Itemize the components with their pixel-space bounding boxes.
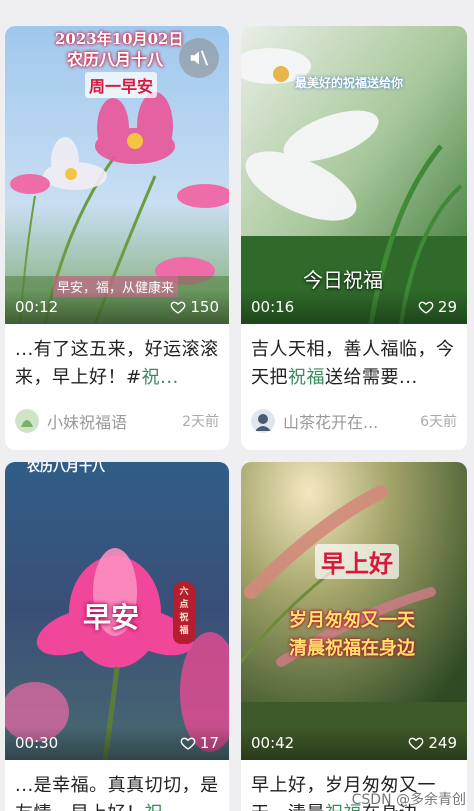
avatar[interactable]	[15, 409, 39, 433]
watermark: CSDN @多余青创	[351, 792, 466, 808]
video-card-2[interactable]: 最美好的祝福送给你 今日祝福 00:16 29 吉人天相，善人福临，今天把祝福送…	[241, 26, 467, 450]
video-duration: 00:30	[15, 734, 59, 752]
like-count[interactable]: 150	[170, 298, 219, 316]
mute-button[interactable]	[179, 38, 219, 78]
video-caption[interactable]: ...有了这五来，好运滚滚来，早上好！#祝...	[5, 324, 229, 396]
video-meta: 00:12 150	[5, 290, 229, 324]
video-duration: 00:42	[251, 734, 295, 752]
caption-text: 送给需要...	[325, 367, 418, 388]
video-thumbnail[interactable]: 最美好的祝福送给你 今日祝福 00:16 29	[241, 26, 467, 324]
author-name[interactable]: 小妹祝福语	[47, 409, 176, 433]
avatar[interactable]	[251, 409, 275, 433]
heart-outline-icon	[171, 301, 186, 314]
like-number: 17	[199, 734, 219, 752]
speaker-muted-icon	[190, 50, 209, 66]
overlay-main-text: 早上好	[315, 544, 399, 579]
overlay-seal-text: 六点祝福	[179, 587, 189, 636]
like-number: 249	[428, 734, 457, 752]
video-thumbnail[interactable]: 2023年10月02日 农历八月十八 周一早安 早安，福，从健康来 00:12 …	[5, 26, 229, 324]
video-duration: 00:12	[15, 298, 59, 316]
like-count[interactable]: 17	[180, 734, 219, 752]
author-row[interactable]: 山茶花开在... 6天前	[241, 396, 467, 436]
video-card-1[interactable]: 2023年10月02日 农历八月十八 周一早安 早安，福，从健康来 00:12 …	[5, 26, 229, 450]
caption-keyword[interactable]: 祝福	[288, 367, 325, 388]
like-count[interactable]: 249	[408, 734, 457, 752]
overlay-main-text: 早安	[83, 601, 140, 634]
overlay-greeting: 周一早安	[85, 72, 158, 98]
video-meta: 00:16 29	[241, 290, 467, 324]
video-caption[interactable]: 吉人天相，善人福临，今天把祝福送给需要...	[241, 324, 467, 396]
post-time: 6天前	[420, 414, 457, 430]
overlay-line-1: 岁月匆匆又一天	[289, 610, 415, 631]
like-number: 29	[437, 298, 457, 316]
post-time: 2天前	[182, 414, 219, 430]
like-count[interactable]: 29	[418, 298, 457, 316]
like-number: 150	[190, 298, 219, 316]
author-name[interactable]: 山茶花开在...	[283, 409, 414, 433]
video-thumbnail[interactable]: 早上好 岁月匆匆又一天 清晨祝福在身边 00:42 249	[241, 462, 467, 760]
video-meta: 00:30 17	[5, 726, 229, 760]
overlay-mid-text: 今日祝福	[303, 268, 383, 292]
overlay-top-text: 最美好的祝福送给你	[295, 76, 404, 90]
caption-text: ...有了这五来，好运滚滚来，早上好！#	[15, 339, 219, 388]
caption-hashtag[interactable]: 祝...	[142, 367, 179, 388]
heart-outline-icon	[418, 301, 434, 314]
heart-outline-icon	[409, 737, 424, 750]
caption-hashtag[interactable]: 祝	[145, 803, 164, 811]
video-card-3[interactable]: 农历八月十八 早安 六点祝福 00:30 17 ...是幸福。真真切切，是友情，…	[5, 462, 229, 811]
overlay-top-text: 农历八月十八	[27, 462, 106, 475]
author-row[interactable]: 小妹祝福语 2天前	[5, 396, 229, 436]
caption-text: ...是幸福。真真切切，	[15, 775, 201, 796]
video-card-4[interactable]: 早上好 岁月匆匆又一天 清晨祝福在身边 00:42 249 早上好，岁月匆匆又一…	[241, 462, 467, 811]
heart-outline-icon	[180, 737, 196, 750]
overlay-line-2: 清晨祝福在身边	[289, 638, 415, 659]
video-caption[interactable]: ...是幸福。真真切切，是友情，早上好！祝	[5, 760, 229, 811]
video-duration: 00:16	[251, 298, 295, 316]
caption-text: 天，清晨	[251, 803, 325, 811]
video-meta: 00:42 249	[241, 726, 467, 760]
video-thumbnail[interactable]: 农历八月十八 早安 六点祝福 00:30 17	[5, 462, 229, 760]
overlay-lunar: 农历八月十八	[67, 50, 164, 69]
